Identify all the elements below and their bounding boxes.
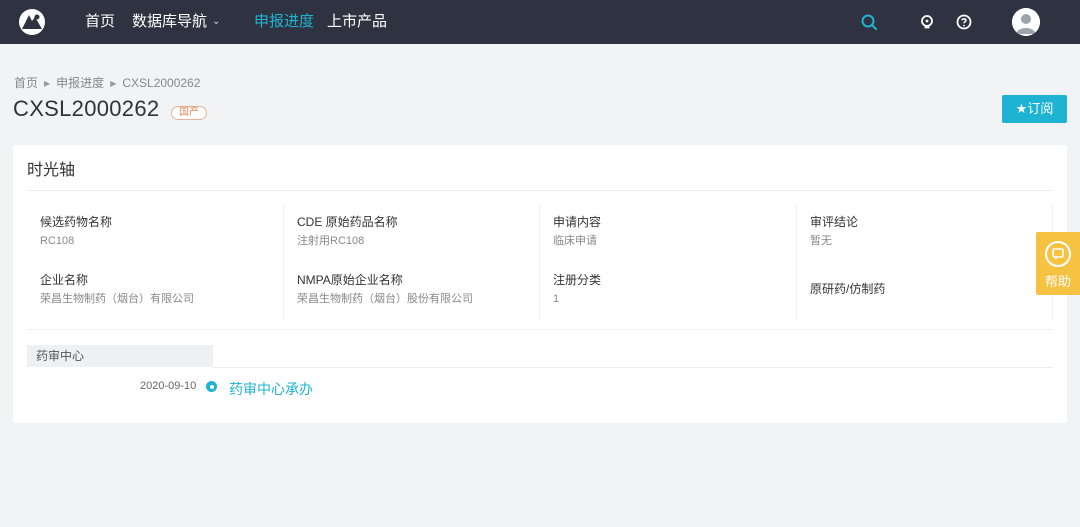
info-column: 审评结论 暂无 原研药/仿制药 — [797, 203, 1053, 320]
help-button[interactable]: 帮助 — [1036, 232, 1080, 295]
subscribe-button[interactable]: ★订阅 — [1002, 95, 1067, 123]
nav-products[interactable]: 上市产品 — [327, 13, 387, 31]
info-cell: 候选药物名称 RC108 — [40, 214, 112, 248]
timeline-card: 时光轴 候选药物名称 RC108 企业名称 荣昌生物制药（烟台）有限公司 CDE… — [13, 145, 1067, 423]
info-column: 申请内容 临床申请 注册分类 1 — [540, 203, 797, 320]
info-cell: 企业名称 荣昌生物制药（烟台）有限公司 — [40, 272, 194, 306]
info-value: 荣昌生物制药（烟台）有限公司 — [40, 293, 194, 305]
info-cell: 注册分类 1 — [553, 272, 601, 306]
info-label: 申请内容 — [553, 215, 602, 229]
info-value: 暂无 — [810, 235, 832, 247]
timeline-section-header: 药审中心 — [27, 345, 213, 367]
nav-progress[interactable]: 申报进度 — [254, 13, 314, 31]
question-icon[interactable] — [954, 12, 974, 32]
timeline-divider — [213, 367, 1053, 368]
info-cell: CDE 原始药品名称 注射用RC108 — [297, 214, 398, 248]
info-label: NMPA原始企业名称 — [297, 273, 403, 287]
card-title: 时光轴 — [27, 162, 76, 179]
breadcrumb: 首页 ▶ 申报进度 ▶ CXSL2000262 — [14, 74, 200, 91]
origin-badge: 国产 — [171, 106, 207, 120]
info-cell: NMPA原始企业名称 荣昌生物制药（烟台）股份有限公司 — [297, 272, 473, 306]
help-label: 帮助 — [1044, 274, 1071, 289]
help-icon — [1045, 241, 1071, 267]
logo-icon[interactable] — [19, 9, 45, 35]
breadcrumb-current: CXSL2000262 — [122, 76, 201, 90]
breadcrumb-progress[interactable]: 申报进度 — [56, 76, 104, 90]
info-label: 候选药物名称 — [40, 215, 113, 229]
info-label: 企业名称 — [40, 273, 89, 287]
info-value: 临床申请 — [553, 235, 597, 247]
info-value: 荣昌生物制药（烟台）股份有限公司 — [297, 293, 473, 305]
info-column: 候选药物名称 RC108 企业名称 荣昌生物制药（烟台）有限公司 — [27, 203, 284, 320]
info-value: RC108 — [40, 235, 75, 247]
nav-database-label: 数据库导航 — [132, 13, 208, 30]
page-title: CXSL2000262 — [13, 96, 160, 121]
info-column: CDE 原始药品名称 注射用RC108 NMPA原始企业名称 荣昌生物制药（烟台… — [284, 203, 540, 320]
info-label: CDE 原始药品名称 — [297, 215, 398, 229]
info-value: 注射用RC108 — [297, 235, 365, 247]
info-label: 原研药/仿制药 — [810, 282, 886, 296]
nav-home[interactable]: 首页 — [85, 13, 115, 31]
avatar-icon[interactable] — [1012, 8, 1040, 36]
card-divider — [27, 190, 1053, 191]
info-divider — [27, 329, 1053, 330]
timeline-dot-icon — [206, 381, 217, 392]
breadcrumb-separator-icon: ▶ — [44, 79, 51, 88]
timeline-event-link[interactable]: 药审中心承办 — [229, 379, 313, 399]
info-cell: 原研药/仿制药 — [810, 281, 885, 297]
info-cell: 审评结论 暂无 — [810, 214, 858, 248]
info-cell: 申请内容 临床申请 — [553, 214, 601, 248]
chevron-down-icon: ⌄ — [212, 16, 221, 27]
bulb-icon[interactable] — [917, 12, 937, 32]
top-navigation-bar: 首页 数据库导航 ⌄ 申报进度 上市产品 — [0, 0, 1080, 44]
breadcrumb-home[interactable]: 首页 — [14, 76, 38, 90]
info-value: 1 — [553, 293, 560, 305]
timeline-date: 2020-09-10 — [140, 380, 197, 392]
nav-database[interactable]: 数据库导航 ⌄ — [132, 13, 220, 33]
breadcrumb-separator-icon: ▶ — [110, 79, 117, 88]
info-label: 审评结论 — [810, 215, 859, 229]
search-icon[interactable] — [859, 12, 879, 32]
info-label: 注册分类 — [553, 273, 602, 287]
